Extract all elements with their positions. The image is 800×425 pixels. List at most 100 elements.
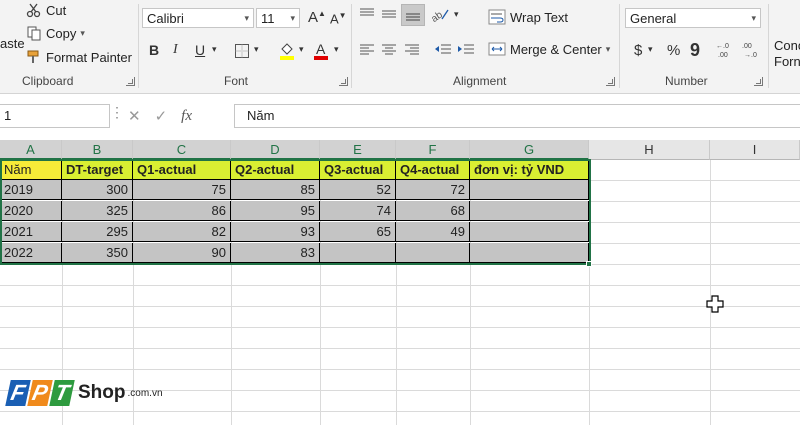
- table-header-cell[interactable]: đơn vị: tỷ VND: [470, 160, 589, 180]
- table-header-cell[interactable]: Q1-actual: [133, 160, 231, 180]
- comma-style-button[interactable]: 9: [690, 40, 700, 61]
- column-header-i[interactable]: I: [710, 140, 800, 160]
- formula-input[interactable]: Năm: [234, 104, 800, 128]
- percent-button[interactable]: %: [667, 42, 680, 59]
- table-header-cell[interactable]: Năm: [0, 160, 62, 180]
- table-cell[interactable]: 74: [320, 201, 396, 221]
- table-cell[interactable]: 49: [396, 222, 470, 242]
- table-cell[interactable]: [396, 243, 470, 263]
- decrease-indent-icon[interactable]: [433, 42, 453, 58]
- table-header-cell[interactable]: DT-target: [62, 160, 133, 180]
- table-cell[interactable]: 295: [62, 222, 133, 242]
- conditional-formatting-button[interactable]: Conc Forn: [774, 38, 800, 70]
- column-header-c[interactable]: C: [133, 140, 231, 160]
- alignment-launcher-icon[interactable]: [606, 77, 615, 86]
- align-bottom-button[interactable]: [401, 4, 425, 26]
- table-cell[interactable]: 2021: [0, 222, 62, 242]
- group-divider: [768, 4, 769, 88]
- table-cell[interactable]: 52: [320, 180, 396, 200]
- table-cell[interactable]: 2019: [0, 180, 62, 200]
- column-header-b[interactable]: B: [62, 140, 133, 160]
- table-cell[interactable]: 95: [231, 201, 320, 221]
- font-launcher-icon[interactable]: [339, 77, 348, 86]
- name-box[interactable]: 1: [0, 104, 110, 128]
- decrease-decimal-icon[interactable]: .00 →.0: [742, 41, 762, 59]
- increase-font-icon[interactable]: A▲: [308, 9, 326, 26]
- align-top-icon[interactable]: [358, 6, 376, 22]
- format-painter-button[interactable]: Format Painter: [26, 49, 132, 65]
- table-cell[interactable]: 2020: [0, 201, 62, 221]
- table-cell[interactable]: [470, 201, 589, 221]
- insert-function-icon[interactable]: fx: [181, 108, 192, 125]
- enter-icon[interactable]: ✓: [155, 107, 168, 125]
- wrap-text-label: Wrap Text: [510, 9, 569, 25]
- align-right-icon[interactable]: [403, 42, 421, 58]
- formula-controls: ✕ ✓ fx: [118, 104, 228, 128]
- orientation-icon[interactable]: ab: [430, 6, 450, 22]
- decrease-font-icon[interactable]: A▼: [330, 11, 347, 26]
- table-cell[interactable]: [470, 222, 589, 242]
- align-left-icon[interactable]: [358, 42, 376, 58]
- bold-button[interactable]: B: [149, 42, 159, 58]
- chevron-down-icon[interactable]: ▾: [648, 44, 653, 55]
- number-launcher-icon[interactable]: [754, 77, 763, 86]
- italic-button[interactable]: I: [173, 42, 178, 58]
- align-center-icon[interactable]: [380, 42, 398, 58]
- table-cell[interactable]: 93: [231, 222, 320, 242]
- font-name-select[interactable]: Calibri ▾: [142, 8, 254, 28]
- font-group-label: Font: [224, 74, 249, 88]
- group-divider: [138, 4, 139, 88]
- borders-icon[interactable]: [234, 43, 250, 59]
- increase-decimal-icon[interactable]: ←.0 .00: [716, 41, 736, 59]
- cut-button[interactable]: Cut: [26, 2, 66, 18]
- table-cell[interactable]: [320, 243, 396, 263]
- fill-handle[interactable]: [586, 261, 592, 267]
- cancel-icon[interactable]: ✕: [128, 107, 141, 125]
- column-header-g[interactable]: G: [470, 140, 589, 160]
- table-cell[interactable]: [470, 180, 589, 200]
- conditional-formatting-label-2: Forn: [774, 54, 800, 69]
- table-cell[interactable]: 300: [62, 180, 133, 200]
- table-header-cell[interactable]: Q3-actual: [320, 160, 396, 180]
- table-cell[interactable]: 82: [133, 222, 231, 242]
- table-cell[interactable]: 85: [231, 180, 320, 200]
- underline-button[interactable]: U: [195, 42, 205, 58]
- font-size-select[interactable]: 11 ▾: [256, 8, 300, 28]
- chevron-down-icon[interactable]: ▾: [212, 44, 217, 55]
- column-header-h[interactable]: H: [589, 140, 710, 160]
- table-cell[interactable]: 325: [62, 201, 133, 221]
- table-cell[interactable]: 90: [133, 243, 231, 263]
- align-middle-icon[interactable]: [380, 6, 398, 22]
- paste-button[interactable]: aste: [0, 36, 25, 51]
- fill-color-icon[interactable]: [278, 41, 296, 61]
- copy-button[interactable]: Copy ▾: [26, 25, 85, 41]
- chevron-down-icon[interactable]: ▾: [334, 44, 339, 55]
- column-header-e[interactable]: E: [320, 140, 396, 160]
- table-header-cell[interactable]: Q4-actual: [396, 160, 470, 180]
- scissors-icon: [26, 3, 41, 18]
- table-cell[interactable]: 68: [396, 201, 470, 221]
- chevron-down-icon[interactable]: ▾: [254, 44, 259, 55]
- wrap-text-button[interactable]: Wrap Text: [488, 9, 568, 25]
- chevron-down-icon[interactable]: ▾: [454, 9, 459, 20]
- column-header-a[interactable]: A: [0, 140, 62, 160]
- table-cell[interactable]: 72: [396, 180, 470, 200]
- number-format-select[interactable]: General ▾: [625, 8, 761, 28]
- table-cell[interactable]: 65: [320, 222, 396, 242]
- table-cell[interactable]: 2022: [0, 243, 62, 263]
- increase-indent-icon[interactable]: [456, 42, 476, 58]
- table-cell[interactable]: 86: [133, 201, 231, 221]
- column-header-d[interactable]: D: [231, 140, 320, 160]
- chevron-down-icon[interactable]: ▾: [299, 44, 304, 55]
- font-name-value: Calibri: [147, 10, 184, 26]
- table-cell[interactable]: 75: [133, 180, 231, 200]
- table-cell[interactable]: 350: [62, 243, 133, 263]
- table-header-cell[interactable]: Q2-actual: [231, 160, 320, 180]
- table-cell[interactable]: 83: [231, 243, 320, 263]
- font-color-icon[interactable]: A: [312, 40, 330, 62]
- currency-button[interactable]: $: [634, 42, 642, 59]
- table-cell[interactable]: [470, 243, 589, 263]
- clipboard-launcher-icon[interactable]: [126, 77, 135, 86]
- column-header-f[interactable]: F: [396, 140, 470, 160]
- merge-center-button[interactable]: Merge & Center ▾: [488, 41, 610, 57]
